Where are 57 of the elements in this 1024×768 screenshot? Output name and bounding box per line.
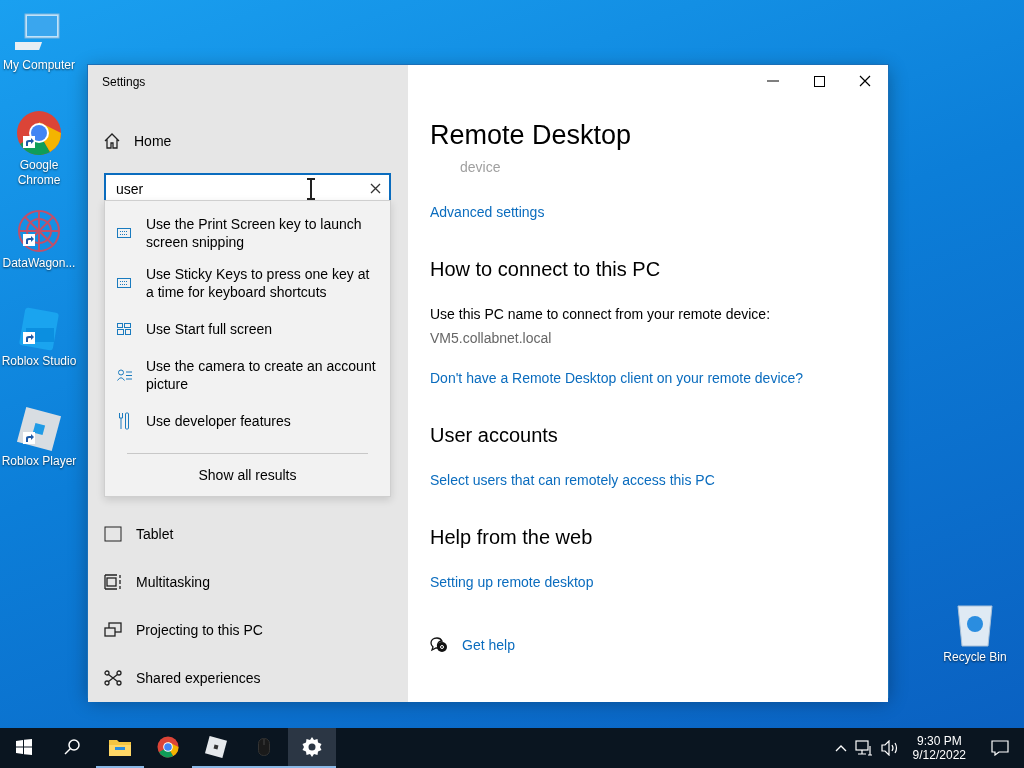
clear-icon[interactable] <box>370 183 381 194</box>
desktop-icon-label[interactable]: Roblox Player <box>1 454 77 469</box>
help-chat-icon <box>430 637 448 653</box>
folder-icon <box>109 738 131 756</box>
clock[interactable]: 9:30 PM 9/12/2022 <box>906 734 972 762</box>
home-nav-item[interactable]: Home <box>104 129 172 153</box>
chevron-up-icon[interactable] <box>834 744 847 752</box>
search-icon <box>64 739 80 755</box>
link[interactable]: Don't have a Remote Desktop client on your remote device? <box>430 370 804 386</box>
show-all-results-button[interactable]: Show all results <box>188 454 307 496</box>
windows-logo-icon <box>16 739 32 755</box>
search-suggestion[interactable]: Use developer features <box>105 403 390 439</box>
get-help-link[interactable]: Get help <box>462 637 515 653</box>
link[interactable]: Setting up remote desktop <box>430 574 594 590</box>
search-suggestion[interactable]: Use the Print Screen key to launch screen snipping <box>105 211 390 255</box>
keyboard-icon <box>117 228 131 238</box>
section-heading: How to connect to this PC <box>430 257 662 282</box>
search-suggestion[interactable]: Use Start full screen <box>105 311 390 347</box>
page-title: Remote Desktop <box>430 119 633 152</box>
chrome-icon <box>16 110 62 156</box>
close-icon <box>859 75 871 87</box>
home-icon <box>104 133 120 149</box>
desktop-icon-label[interactable]: Roblox Studio <box>1 354 77 369</box>
mouse-icon <box>258 738 270 756</box>
tiles-icon <box>117 323 131 335</box>
desktop-icon-label[interactable]: Recycle Bin <box>943 650 1007 665</box>
description-text: device <box>460 159 501 175</box>
section-heading: User accounts <box>430 423 559 448</box>
instruction-text: Use this PC name to connect from your remote device: <box>430 306 771 322</box>
search-suggestion[interactable]: Use the camera to create an account picture <box>105 353 390 397</box>
maximize-icon <box>813 75 825 87</box>
shared-experiences-icon <box>104 670 122 686</box>
text-cursor-icon <box>306 178 316 200</box>
network-icon[interactable] <box>854 740 873 756</box>
speech-bubble-icon <box>991 740 1009 756</box>
tools-icon <box>118 412 130 430</box>
taskbar-button[interactable] <box>288 728 336 768</box>
link[interactable]: Select users that can remotely access this PC <box>430 472 715 488</box>
projecting-icon <box>104 622 122 638</box>
pattern-icon <box>16 208 62 254</box>
nav-item[interactable]: Projecting to this PC <box>88 606 269 654</box>
minimize-icon <box>767 80 779 82</box>
pc-name-text: VM5.collabnet.local <box>430 330 552 346</box>
nav-item[interactable]: Shared experiences <box>88 654 267 702</box>
multitasking-icon <box>104 574 122 590</box>
window-title: Settings <box>102 75 147 89</box>
nav-item[interactable]: Multitasking <box>88 558 216 606</box>
section-heading: Help from the web <box>430 525 594 550</box>
gear-icon <box>302 737 322 757</box>
nav-item[interactable]: Tablet <box>88 510 180 558</box>
link[interactable]: Advanced settings <box>430 204 545 220</box>
volume-icon[interactable] <box>880 740 899 756</box>
person-list-icon <box>116 369 132 381</box>
search-suggestion[interactable]: Use Sticky Keys to press one key at a time for keyboard shortcuts <box>105 261 390 305</box>
keyboard-icon <box>117 278 131 288</box>
chrome-icon <box>157 736 179 758</box>
tablet-icon <box>104 526 122 542</box>
